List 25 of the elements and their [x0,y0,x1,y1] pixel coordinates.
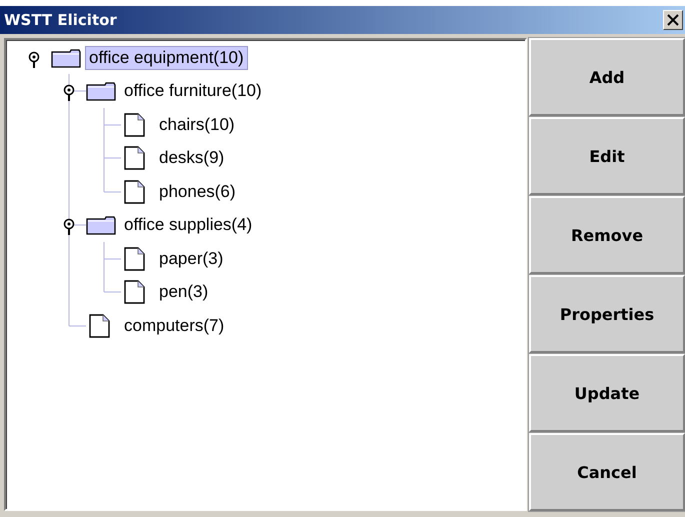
action-button[interactable]: Properties [529,275,685,353]
tree-node[interactable]: desks(9) [155,146,228,170]
expand-handle[interactable] [28,52,40,68]
action-button[interactable]: Add [529,38,685,116]
tree-node[interactable]: paper(3) [155,246,228,271]
close-icon [667,14,679,26]
tree-node[interactable]: phones(6) [155,180,240,204]
action-button[interactable]: Edit [529,117,685,195]
tree-line [104,108,121,142]
action-button[interactable]: Cancel [529,433,685,511]
action-button[interactable]: Update [529,354,685,432]
tree-node[interactable]: pen(3) [155,280,212,304]
close-button[interactable] [663,10,683,30]
tree-node[interactable]: office furniture(10) [120,79,266,104]
tree-node[interactable]: chairs(10) [155,112,239,137]
expand-handle[interactable] [64,219,74,236]
action-button[interactable]: Remove [529,196,685,274]
tree-node[interactable]: office supplies(4) [120,213,256,238]
folder-icon [86,81,116,102]
tree-node[interactable]: computers(7) [120,314,228,338]
window-title: WSTT Elicitor [4,11,117,29]
folder-icon [86,215,116,236]
folder-icon [51,48,81,68]
tree-node[interactable]: office equipment(10) [85,46,248,70]
expand-handle[interactable] [64,85,74,102]
